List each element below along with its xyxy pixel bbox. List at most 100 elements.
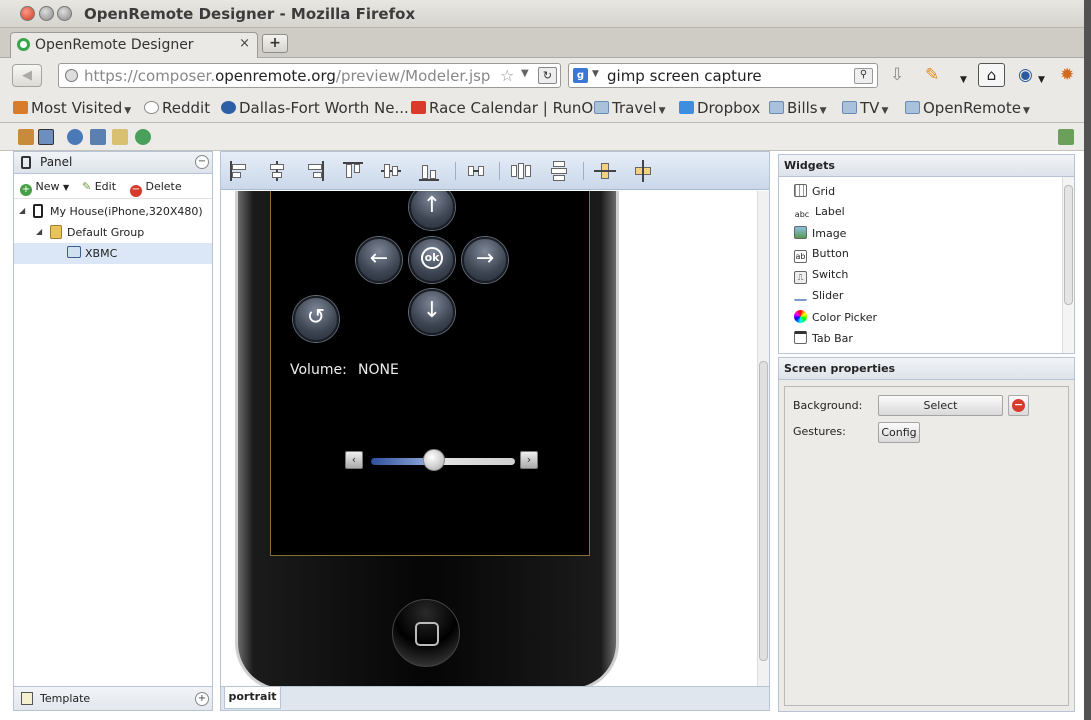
screen-icon: [67, 246, 81, 258]
bookmark-travel[interactable]: Travel ▼: [594, 99, 666, 117]
widget-grid[interactable]: Grid: [794, 184, 835, 204]
clear-background-button[interactable]: −: [1008, 395, 1029, 416]
url-history-dropdown-icon[interactable]: ▼: [521, 68, 529, 79]
firefox-window: OpenRemote Designer - Mozilla Firefox Op…: [0, 0, 1084, 720]
addon-gear-icon[interactable]: ✹: [1060, 65, 1074, 85]
new-button[interactable]: + New ▼: [20, 180, 69, 196]
collapse-button[interactable]: −: [195, 155, 209, 169]
tree-expand-icon[interactable]: ◢: [36, 227, 42, 236]
panel-tree-panel: Panel − + New ▼ ✎ Edit − Delete ◢ My Hou…: [13, 151, 213, 711]
expand-template-button[interactable]: +: [195, 692, 209, 706]
url-bar[interactable]: https://composer.openremote.org/preview/…: [58, 63, 561, 88]
new-tab-button[interactable]: +: [262, 34, 288, 53]
tree-item-default-group[interactable]: ◢ Default Group: [14, 222, 212, 243]
template-panel-header[interactable]: Template +: [14, 686, 212, 710]
align-top-icon[interactable]: [341, 159, 365, 183]
arrow-left-button[interactable]: ←: [356, 237, 402, 283]
arrow-right-button[interactable]: →: [462, 237, 508, 283]
bookmark-dallas[interactable]: Dallas-Fort Worth Ne...: [221, 99, 409, 117]
search-input[interactable]: gimp screen capture: [607, 67, 762, 85]
volume-slider-knob[interactable]: [423, 449, 445, 471]
tree-item-xbmc[interactable]: XBMC: [14, 243, 212, 264]
center-vertical-icon[interactable]: [631, 159, 655, 183]
edit-button[interactable]: ✎ Edit: [82, 180, 116, 193]
align-right-icon[interactable]: [303, 159, 327, 183]
background-select-button[interactable]: Select: [878, 395, 1003, 416]
same-height-icon[interactable]: [547, 159, 571, 183]
designer-workspace: Panel − + New ▼ ✎ Edit − Delete ◢ My Hou…: [0, 151, 1084, 720]
pencil-icon[interactable]: ✎: [925, 65, 939, 85]
iphone-home-button: [392, 599, 460, 667]
same-width-icon[interactable]: [509, 159, 533, 183]
gestures-config-button[interactable]: Config: [878, 422, 920, 443]
widget-image[interactable]: Image: [794, 226, 846, 246]
delete-button[interactable]: − Delete: [130, 180, 182, 197]
save-icon[interactable]: [90, 129, 106, 145]
slider-decrease-icon[interactable]: ‹: [345, 451, 363, 469]
back-rotate-button[interactable]: ↺: [293, 296, 339, 342]
bookmark-star-icon[interactable]: ☆: [500, 66, 514, 85]
toolbar-separator: [499, 162, 500, 180]
download-arrow-icon[interactable]: ⇩: [890, 65, 904, 85]
panel-title: Panel: [40, 155, 73, 169]
bookmark-most-visited[interactable]: Most Visited ▼: [13, 99, 131, 117]
search-bar[interactable]: g ▼ gimp screen capture ⚲: [568, 63, 878, 88]
addon-dropdown-icon[interactable]: ▼: [1038, 70, 1045, 90]
globe-help-icon[interactable]: [135, 129, 151, 145]
desktop-edge: [1084, 0, 1091, 720]
export-icon[interactable]: [112, 129, 128, 145]
center-horizontal-icon[interactable]: [593, 159, 617, 183]
back-button[interactable]: ◀: [12, 64, 42, 87]
widget-tab-bar[interactable]: Tab Bar: [794, 331, 853, 351]
window-maximize-button[interactable]: [57, 6, 72, 21]
slider-increase-icon[interactable]: ›: [520, 451, 538, 469]
widget-button[interactable]: ab Button: [794, 247, 849, 267]
bookmark-race-calendar[interactable]: Race Calendar | RunOn!: [411, 99, 609, 117]
tree-expand-icon[interactable]: ◢: [19, 206, 25, 215]
canvas-vertical-scrollbar[interactable]: [757, 191, 769, 686]
widget-label[interactable]: abc Label: [794, 205, 845, 225]
align-bottom-icon[interactable]: [417, 159, 441, 183]
window-minimize-button[interactable]: [39, 6, 54, 21]
bookmark-bills[interactable]: Bills ▼: [769, 99, 827, 117]
reload-button[interactable]: ↻: [538, 67, 557, 84]
browser-tab[interactable]: OpenRemote Designer ×: [10, 32, 258, 58]
distribute-horizontal-icon[interactable]: [464, 159, 488, 183]
arrow-up-button[interactable]: ↑: [409, 191, 455, 230]
account-icon[interactable]: [67, 129, 83, 145]
gestures-label: Gestures:: [793, 425, 846, 438]
building-icon[interactable]: [18, 129, 34, 145]
bookmark-dropbox[interactable]: Dropbox: [679, 99, 760, 117]
widget-switch[interactable]: ⎍ Switch: [794, 268, 848, 288]
arrow-down-button[interactable]: ↓: [409, 289, 455, 335]
bookmark-reddit[interactable]: Reddit: [144, 99, 210, 117]
tab-close-icon[interactable]: ×: [239, 36, 250, 51]
scrollbar-thumb[interactable]: [759, 361, 768, 661]
align-left-icon[interactable]: [227, 159, 251, 183]
window-close-button[interactable]: [20, 6, 35, 21]
bookmark-openremote[interactable]: OpenRemote ▼: [905, 99, 1030, 117]
orientation-tabs: portrait: [221, 686, 769, 710]
addon-r-icon[interactable]: ◉: [1018, 65, 1033, 85]
pencil-dropdown-icon[interactable]: ▼: [960, 70, 967, 90]
google-search-engine-icon[interactable]: g: [573, 68, 588, 83]
alignment-toolbar: [221, 152, 769, 190]
search-magnifier-icon[interactable]: ⚲: [854, 68, 873, 84]
bookmark-tv[interactable]: TV ▼: [842, 99, 888, 117]
url-text[interactable]: https://composer.openremote.org/preview/…: [84, 67, 490, 85]
search-engine-dropdown-icon[interactable]: ▼: [592, 69, 599, 79]
logout-icon[interactable]: [1058, 129, 1074, 145]
widget-slider[interactable]: Slider: [794, 289, 843, 309]
home-button[interactable]: ⌂: [978, 63, 1005, 87]
widgets-scrollbar[interactable]: [1062, 177, 1074, 353]
tab-portrait[interactable]: portrait: [224, 687, 281, 709]
title-bar: OpenRemote Designer - Mozilla Firefox: [0, 0, 1084, 28]
ok-button[interactable]: ok: [409, 237, 455, 283]
scrollbar-thumb[interactable]: [1064, 185, 1073, 305]
align-middle-icon[interactable]: [379, 159, 403, 183]
tree-item-my-house[interactable]: ◢ My House(iPhone,320X480): [14, 201, 212, 222]
widget-color-picker[interactable]: Color Picker: [794, 310, 877, 330]
folder-icon: [769, 101, 784, 114]
align-center-icon[interactable]: [265, 159, 289, 183]
ui-designer-icon[interactable]: [38, 129, 54, 145]
